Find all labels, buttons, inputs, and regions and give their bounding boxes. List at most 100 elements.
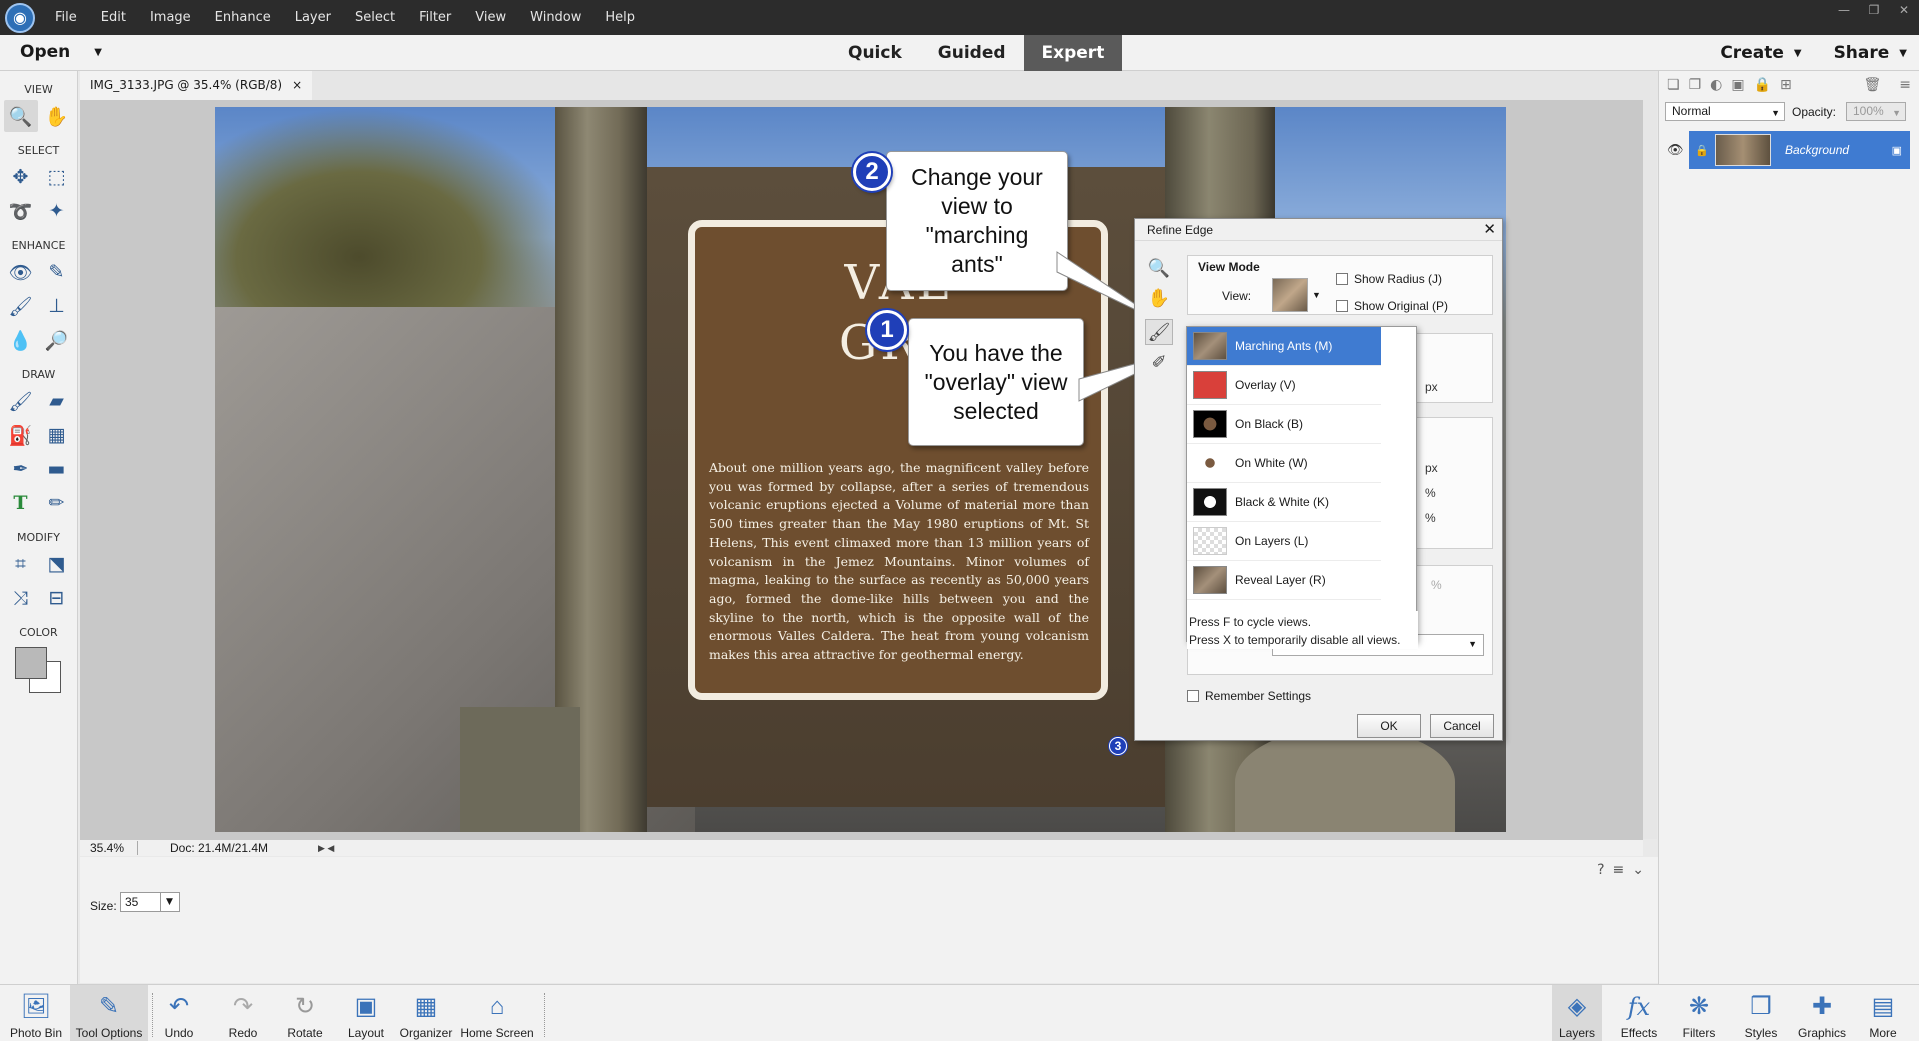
- red-eye-tool-icon[interactable]: 👁: [4, 256, 38, 288]
- dialog-zoom-tool-icon[interactable]: 🔍: [1145, 255, 1173, 281]
- crop-tool-icon[interactable]: ⌗: [4, 548, 38, 580]
- tab-expert[interactable]: Expert: [1023, 35, 1123, 71]
- cancel-button[interactable]: Cancel: [1430, 714, 1494, 738]
- document-tab[interactable]: IMG_3133.JPG @ 35.4% (RGB/8) ×: [80, 71, 313, 100]
- options-menu-icon[interactable]: ≡: [1613, 862, 1625, 878]
- view-option-overlay[interactable]: Overlay (V): [1187, 366, 1381, 405]
- view-option-reveal-layer[interactable]: Reveal Layer (R): [1187, 561, 1381, 600]
- restore-icon[interactable]: ❐: [1859, 0, 1889, 20]
- pencil-tool-icon[interactable]: ✏: [40, 487, 74, 519]
- zoom-tool-icon[interactable]: 🔍: [3, 100, 38, 132]
- open-button[interactable]: Open ▼: [20, 42, 102, 62]
- status-menu-arrow-icon[interactable]: ▶ ◀: [318, 843, 334, 854]
- smart-brush-tool-icon[interactable]: 🖌: [4, 290, 38, 322]
- tool-options-button[interactable]: ✎ Tool Options: [70, 985, 148, 1041]
- zoom-level[interactable]: 35.4%: [80, 841, 138, 855]
- gradient-tool-icon[interactable]: ▦: [40, 419, 74, 451]
- view-option-on-black[interactable]: On Black (B): [1187, 405, 1381, 444]
- sponge-tool-icon[interactable]: 🔎: [40, 324, 74, 356]
- type-tool-icon[interactable]: T: [4, 487, 38, 519]
- tab-quick[interactable]: Quick: [830, 35, 920, 71]
- lock-icon[interactable]: 🔒: [1695, 144, 1709, 157]
- menu-select[interactable]: Select: [343, 0, 407, 35]
- tab-guided[interactable]: Guided: [920, 35, 1024, 71]
- help-icon[interactable]: ?: [1597, 862, 1604, 878]
- remember-settings-checkbox[interactable]: Remember Settings: [1187, 689, 1311, 703]
- show-original-checkbox[interactable]: Show Original (P): [1336, 299, 1448, 313]
- view-option-marching-ants[interactable]: Marching Ants (M): [1187, 327, 1381, 366]
- foreground-color-swatch[interactable]: [14, 647, 47, 679]
- menu-image[interactable]: Image: [138, 0, 203, 35]
- dialog-close-icon[interactable]: ✕: [1483, 220, 1496, 240]
- chevron-down-icon[interactable]: ▼: [94, 47, 102, 58]
- close-window-icon[interactable]: ✕: [1889, 0, 1919, 20]
- new-layer-icon[interactable]: ❏: [1667, 77, 1680, 93]
- more-button[interactable]: ▤ More: [1858, 985, 1908, 1041]
- layers-button[interactable]: ◈ Layers: [1552, 985, 1602, 1041]
- ok-button[interactable]: OK: [1357, 714, 1421, 738]
- view-option-on-white[interactable]: On White (W): [1187, 444, 1381, 483]
- close-tab-icon[interactable]: ×: [292, 71, 302, 100]
- eyedropper-tool-icon[interactable]: ✒: [4, 453, 38, 485]
- menu-window[interactable]: Window: [518, 0, 593, 35]
- panel-menu-icon[interactable]: ≡: [1899, 77, 1911, 93]
- marquee-tool-icon[interactable]: ⬚: [40, 161, 74, 193]
- layer-mask-icon[interactable]: ▣: [1731, 77, 1744, 93]
- blur-tool-icon[interactable]: 💧: [4, 324, 38, 356]
- menu-filter[interactable]: Filter: [407, 0, 463, 35]
- organizer-button[interactable]: ▦ Organizer: [396, 985, 456, 1041]
- spot-healing-tool-icon[interactable]: ✎: [40, 256, 74, 288]
- lasso-tool-icon[interactable]: ➰: [4, 195, 38, 227]
- create-button[interactable]: Create ▼: [1720, 43, 1801, 63]
- effects-button[interactable]: fx Effects: [1614, 985, 1664, 1041]
- minimize-icon[interactable]: —: [1829, 0, 1859, 20]
- remember-settings-check-box[interactable]: [1187, 690, 1199, 702]
- lock-transparent-icon[interactable]: ⊞: [1780, 77, 1792, 93]
- menu-help[interactable]: Help: [593, 0, 647, 35]
- rotate-button[interactable]: ↻ Rotate: [280, 985, 330, 1041]
- menu-enhance[interactable]: Enhance: [203, 0, 283, 35]
- home-screen-button[interactable]: ⌂ Home Screen: [458, 985, 536, 1041]
- menu-view[interactable]: View: [463, 0, 518, 35]
- menu-edit[interactable]: Edit: [89, 0, 138, 35]
- view-option-on-layers[interactable]: On Layers (L): [1187, 522, 1381, 561]
- redo-button[interactable]: ↷ Redo: [220, 985, 266, 1041]
- content-aware-move-tool-icon[interactable]: ⤨: [4, 582, 38, 614]
- new-group-icon[interactable]: ❐: [1689, 77, 1702, 93]
- view-dropdown-arrow-icon[interactable]: ▼: [1312, 290, 1321, 300]
- clone-stamp-tool-icon[interactable]: ⊥: [40, 290, 74, 322]
- layout-button[interactable]: ▣ Layout: [342, 985, 390, 1041]
- collapse-icon[interactable]: ⌄: [1632, 862, 1644, 878]
- show-radius-checkbox[interactable]: Show Radius (J): [1336, 272, 1442, 286]
- eraser-tool-icon[interactable]: ▰: [40, 385, 74, 417]
- color-swatches[interactable]: [13, 645, 65, 695]
- opacity-select[interactable]: 100% ▼: [1846, 102, 1906, 121]
- filters-button[interactable]: ❋ Filters: [1674, 985, 1724, 1041]
- shape-tool-icon[interactable]: ▬: [40, 453, 74, 485]
- move-tool-icon[interactable]: ✥: [4, 161, 38, 193]
- paint-bucket-tool-icon[interactable]: ⛽: [4, 419, 38, 451]
- straighten-tool-icon[interactable]: ⊟: [40, 582, 74, 614]
- show-radius-check-box[interactable]: [1336, 273, 1348, 285]
- dialog-hand-tool-icon[interactable]: ✋: [1145, 285, 1173, 311]
- brush-tool-icon[interactable]: 🖌: [4, 385, 38, 417]
- recompose-tool-icon[interactable]: ⬔: [40, 548, 74, 580]
- adjustment-layer-icon[interactable]: ◐: [1710, 77, 1722, 93]
- view-option-black-white[interactable]: Black & White (K): [1187, 483, 1381, 522]
- show-original-check-box[interactable]: [1336, 300, 1348, 312]
- visibility-eye-icon[interactable]: 👁: [1667, 143, 1684, 158]
- vertical-scrollbar[interactable]: [1643, 100, 1657, 839]
- graphics-button[interactable]: ✚ Graphics: [1794, 985, 1850, 1041]
- photo-bin-button[interactable]: 🖼 Photo Bin: [4, 985, 68, 1041]
- trash-icon[interactable]: 🗑: [1863, 77, 1881, 93]
- menu-layer[interactable]: Layer: [283, 0, 343, 35]
- share-button[interactable]: Share ▼: [1834, 43, 1907, 63]
- erase-refinements-tool-icon[interactable]: ✐: [1145, 349, 1173, 375]
- app-logo-icon[interactable]: ◉: [5, 2, 35, 33]
- view-mode-thumbnail[interactable]: [1272, 278, 1308, 312]
- magic-wand-tool-icon[interactable]: ✦: [40, 195, 74, 227]
- size-dropdown-icon[interactable]: ▼: [160, 893, 178, 911]
- styles-button[interactable]: ❒ Styles: [1736, 985, 1786, 1041]
- refine-radius-tool-icon[interactable]: 🖌: [1145, 319, 1173, 345]
- hand-tool-icon[interactable]: ✋: [40, 100, 74, 132]
